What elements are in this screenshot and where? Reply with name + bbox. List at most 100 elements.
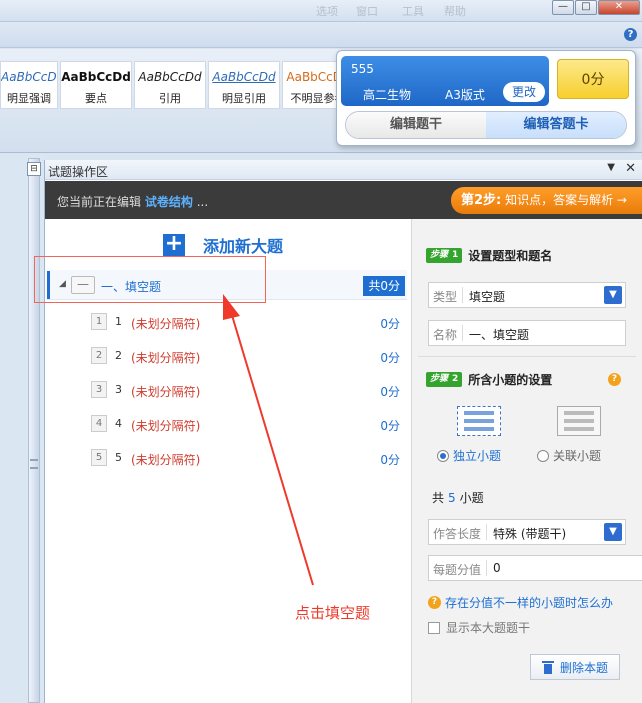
scroll-grip-icon[interactable] [30, 459, 38, 469]
question-help-icon[interactable]: ? [608, 373, 621, 386]
add-section-label: 添加新大题 [203, 237, 284, 256]
step1-heading: 步骤 1 设置题型和题名 [426, 247, 552, 264]
minimize-button[interactable]: — [552, 0, 574, 15]
tab-edit-answer-card[interactable]: 编辑答题卡 [486, 112, 626, 138]
ruler-toggle-icon[interactable]: ⊟ [27, 162, 41, 176]
expand-triangle-icon[interactable]: ◢ [59, 279, 66, 289]
delete-section-button[interactable]: 删除本题 [530, 654, 620, 680]
panel-close-icon[interactable]: ✕ [625, 161, 636, 176]
style-sample: AaBbCcDd [138, 70, 202, 84]
style-intense-emphasis[interactable]: AaBbCcDd 明显强调 [0, 61, 58, 109]
radio-independent[interactable]: 独立小题 [437, 447, 501, 464]
count-prefix: 共 [432, 491, 445, 505]
radio-dot [437, 449, 449, 462]
question-status: (未划分隔符) [131, 453, 201, 467]
style-name: 明显强调 [7, 92, 51, 105]
help-icon: ? [428, 596, 441, 609]
question-item[interactable]: 1 1 (未划分隔符) 0分 [91, 312, 406, 332]
chevron-down-icon[interactable]: ▼ [604, 286, 622, 304]
checkbox[interactable] [428, 621, 440, 634]
question-score: 0分 [380, 317, 400, 331]
editing-target: 试卷结构 [144, 195, 193, 209]
question-index: 4 [115, 417, 122, 430]
name-value: 一、填空题 [469, 328, 530, 342]
radio-label: 关联小题 [553, 449, 602, 463]
question-item[interactable]: 2 2 (未划分隔符) 0分 [91, 346, 406, 366]
question-badge: 1 [91, 313, 107, 330]
question-badge: 5 [91, 449, 107, 466]
delete-label: 删除本题 [559, 660, 608, 675]
count-suffix: 小题 [459, 491, 484, 505]
radio-dot [537, 449, 549, 462]
step-badge-number: 2 [452, 374, 459, 384]
independent-questions-icon[interactable] [457, 406, 501, 436]
menu-item-tools[interactable]: 工具 [402, 3, 424, 19]
question-score: 0分 [380, 385, 400, 399]
uneven-score-help-link[interactable]: ? 存在分值不一样的小题时怎么办 [428, 594, 613, 611]
question-badge: 2 [91, 347, 107, 364]
question-count: 共 5 小题 [432, 489, 484, 506]
help-icon[interactable]: ? [624, 28, 637, 41]
question-status: (未划分隔符) [131, 385, 201, 399]
field-divider [462, 325, 463, 341]
show-stem-checkbox[interactable]: 显示本大题题干 [428, 619, 530, 636]
style-quote[interactable]: AaBbCcDd 引用 [134, 61, 206, 109]
section-name[interactable]: 一、填空题 [101, 278, 161, 295]
close-window-button[interactable]: ✕ [598, 0, 640, 15]
add-section-button[interactable]: + 添加新大题 [163, 233, 283, 257]
style-intense-quote[interactable]: AaBbCcDd 明显引用 [208, 61, 280, 109]
type-select[interactable]: 类型 填空题 ▼ [428, 282, 626, 308]
total-score-badge: 0分 [557, 59, 629, 99]
change-paper-button[interactable]: 更改 [503, 82, 545, 102]
count-value: 5 [448, 491, 456, 505]
panel-title-bar: 试题操作区 ▼ ✕ [45, 160, 642, 180]
style-name: 明显引用 [222, 92, 266, 105]
style-sample: AaBbCcDd [61, 70, 131, 84]
tab-edit-stem[interactable]: 编辑题干 [346, 112, 486, 138]
editing-prefix: 您当前正在编辑 [57, 195, 142, 209]
title-bar: 选项 窗口 工具 帮助 — □ ✕ [0, 0, 642, 22]
answer-length-select[interactable]: 作答长度 特殊 (带题干) ▼ [428, 519, 626, 545]
question-status: (未划分隔符) [131, 419, 201, 433]
menu-item-options[interactable]: 选项 [316, 3, 338, 19]
menu-item-help[interactable]: 帮助 [444, 3, 466, 19]
panel-dropdown-icon[interactable]: ▼ [607, 162, 615, 173]
collapse-button[interactable]: — [71, 276, 95, 294]
window-controls: — □ ✕ [551, 0, 640, 15]
linked-questions-icon[interactable] [557, 406, 601, 436]
panel-title: 试题操作区 [48, 165, 109, 179]
question-item[interactable]: 5 5 (未划分隔符) 0分 [91, 448, 406, 468]
answer-length-label: 作答长度 [433, 527, 482, 541]
style-strong[interactable]: AaBbCcDd 要点 [60, 61, 132, 109]
question-status: (未划分隔符) [131, 317, 201, 331]
score-label: 每题分值 [433, 563, 482, 577]
divider [418, 356, 636, 357]
question-item[interactable]: 4 4 (未划分隔符) 0分 [91, 414, 406, 434]
next-step-button[interactable]: 第2步: 知识点，答案与解析 → [451, 187, 642, 214]
question-index: 1 [115, 315, 122, 328]
score-per-question-input[interactable]: 每题分值 0 [428, 555, 642, 581]
next-step-number: 第2步: [461, 193, 502, 208]
question-index: 5 [115, 451, 122, 464]
name-input[interactable]: 名称 一、填空题 [428, 320, 626, 346]
editing-suffix: ... [196, 195, 209, 209]
left-ruler: ⊟ [0, 154, 44, 703]
section-row[interactable]: ◢ — 一、填空题 共0分 [47, 270, 407, 300]
step1-title: 设置题型和题名 [468, 249, 553, 263]
answer-length-value: 特殊 (带题干) [493, 527, 567, 541]
paper-layout: A3版式 [445, 88, 485, 102]
style-name: 要点 [85, 92, 107, 105]
radio-linked[interactable]: 关联小题 [537, 447, 601, 464]
chevron-down-icon[interactable]: ▼ [604, 523, 622, 541]
maximize-button[interactable]: □ [575, 0, 597, 15]
paper-number: 555 [351, 62, 374, 76]
step2-heading: 步骤 2 所含小题的设置 [426, 371, 552, 388]
checkbox-label: 显示本大题题干 [446, 621, 531, 635]
score-value: 0 [493, 561, 501, 575]
question-score: 0分 [380, 351, 400, 365]
menu-item-window[interactable]: 窗口 [356, 3, 378, 19]
paper-subject: 高二生物 [363, 88, 412, 102]
question-item[interactable]: 3 3 (未划分隔符) 0分 [91, 380, 406, 400]
question-badge: 3 [91, 381, 107, 398]
vertical-scrollbar[interactable] [28, 158, 40, 703]
